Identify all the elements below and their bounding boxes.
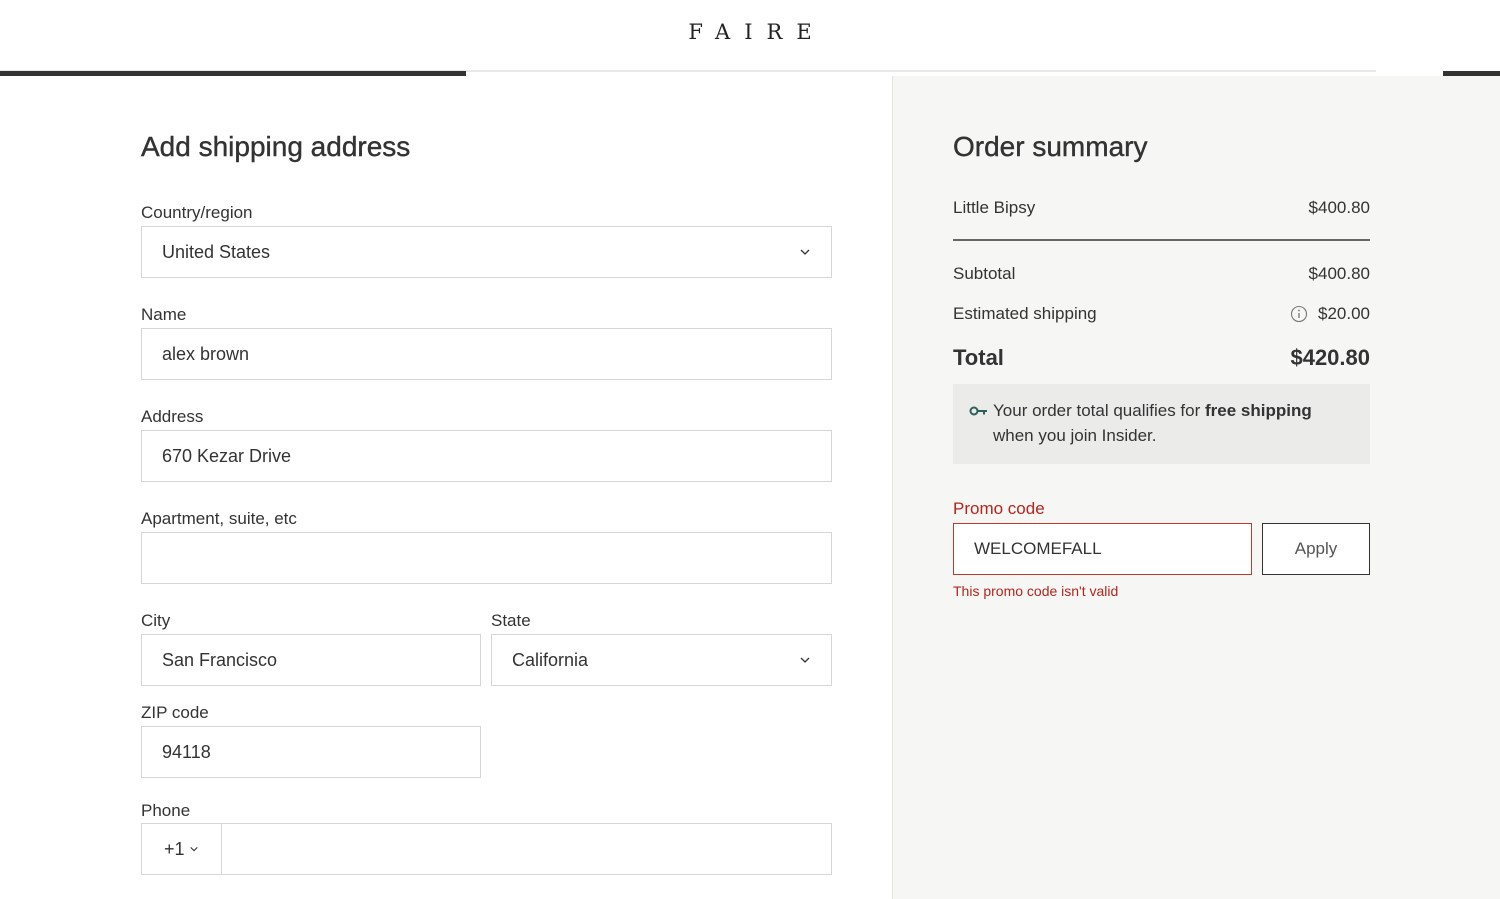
city-field[interactable]: San Francisco [141,634,481,686]
chevron-down-icon [800,249,810,255]
insider-text-after: when you join Insider. [993,426,1157,445]
order-summary-title: Order summary [953,131,1148,162]
name-value: alex brown [162,343,250,364]
shipping-value: $20.00 [1318,304,1370,323]
phone-code-value: +1 [164,838,185,859]
chevron-down-icon [800,657,810,663]
faire-logo[interactable]: FAIRE [0,20,1500,44]
shipping-row: Estimated shipping $20.00 [953,303,1370,325]
subtotal-label: Subtotal [953,264,1016,283]
subtotal-row: Subtotal $400.80 [953,263,1370,285]
apply-promo-button[interactable]: Apply [1262,523,1370,575]
address-field[interactable]: 670 Kezar Drive [141,430,832,482]
apartment-label: Apartment, suite, etc [141,509,297,528]
promo-code-value: WELCOMEFALL [974,539,1102,558]
promo-code-input[interactable]: WELCOMEFALL [953,523,1252,575]
shipping-form: Add shipping address Country/region Unit… [0,76,892,899]
apartment-field[interactable] [141,532,832,584]
state-value: California [512,649,589,670]
state-select[interactable]: California [491,634,832,686]
subtotal-value: $400.80 [1308,264,1370,283]
insider-banner: Your order total qualifies for free ship… [953,384,1370,464]
insider-text-before: Your order total qualifies for [993,401,1205,420]
name-field[interactable]: alex brown [141,328,832,380]
summary-divider [953,239,1370,241]
zip-value: 94118 [162,741,211,762]
total-row: Total $420.80 [953,344,1370,372]
total-label: Total [953,345,1004,370]
country-value: United States [162,241,271,262]
shipping-form-title: Add shipping address [141,131,411,162]
chevron-down-icon [189,846,198,852]
city-value: San Francisco [162,649,278,670]
phone-field[interactable]: +1 [141,823,832,875]
order-summary: Order summary Little Bipsy $400.80 Subto… [892,76,1500,899]
header: FAIRE [0,0,1500,76]
insider-message: Your order total qualifies for free ship… [993,398,1354,464]
line-item-price: $400.80 [1308,198,1370,217]
total-value: $420.80 [1290,345,1370,370]
phone-country-code-select[interactable]: +1 [142,824,222,874]
key-icon [969,406,987,416]
line-item: Little Bipsy $400.80 [953,197,1370,219]
city-label: City [141,611,171,630]
zip-field[interactable]: 94118 [141,726,481,778]
country-select[interactable]: United States [141,226,832,278]
address-value: 670 Kezar Drive [162,445,292,466]
shipping-value-group: $20.00 [1290,304,1370,324]
insider-text-bold: free shipping [1205,401,1312,420]
info-icon[interactable] [1290,305,1308,323]
phone-label: Phone [141,801,191,820]
address-label: Address [141,407,204,426]
promo-code-label: Promo code [953,499,1045,518]
zip-label: ZIP code [141,703,209,722]
name-label: Name [141,305,187,324]
state-label: State [491,611,531,630]
shipping-label: Estimated shipping [953,304,1097,323]
line-item-name: Little Bipsy [953,198,1036,217]
country-label: Country/region [141,203,253,222]
promo-error-message: This promo code isn't valid [953,583,1119,599]
